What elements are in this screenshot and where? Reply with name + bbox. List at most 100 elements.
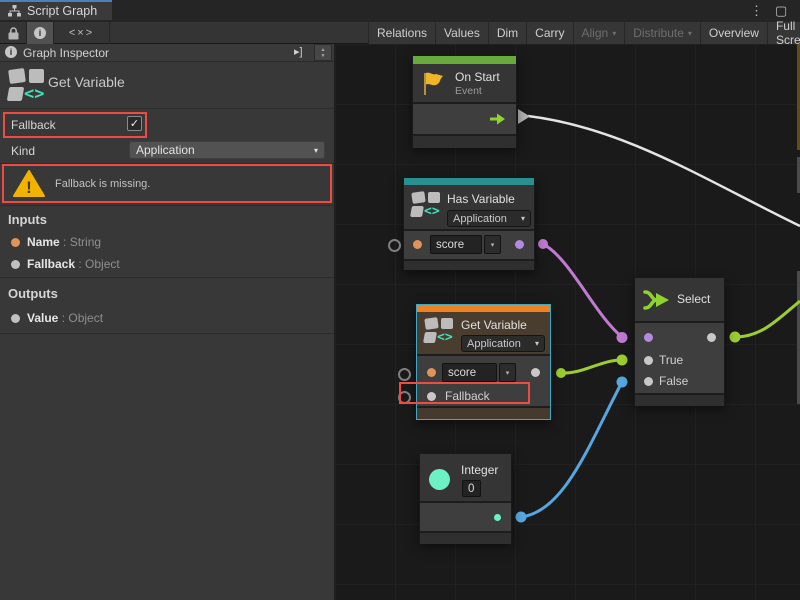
- node-footer: [420, 533, 511, 544]
- variable-scope-dropdown[interactable]: Application ▾: [461, 335, 545, 352]
- integer-type-icon: [429, 469, 450, 490]
- node-has-variable[interactable]: <> Has Variable Application ▾ score ▾: [403, 177, 535, 270]
- maximize-icon[interactable]: ▢: [775, 3, 787, 19]
- variable-scope-dropdown[interactable]: Application ▾: [447, 210, 531, 227]
- chevron-down-icon: ▾: [612, 29, 616, 38]
- kind-dropdown[interactable]: Application ▾: [129, 141, 325, 159]
- info-icon: i: [5, 46, 17, 58]
- node-title: Integer: [461, 463, 498, 477]
- node-title: Has Variable: [447, 192, 515, 206]
- chevron-down-icon: ▾: [506, 369, 510, 377]
- code-icon: <×>: [69, 27, 94, 39]
- fullscreen-button[interactable]: Full Screen: [768, 22, 800, 44]
- window-controls: ⋮ ▢ ✕: [750, 3, 800, 19]
- value-output-port[interactable]: [531, 368, 540, 377]
- wire-endpoint[interactable]: [516, 512, 527, 523]
- wire-endpoint[interactable]: [730, 332, 741, 343]
- node-footer: [404, 261, 534, 270]
- fallback-row-highlight: [399, 382, 530, 404]
- overview-button[interactable]: Overview: [701, 22, 768, 44]
- variable-picker-button[interactable]: ▾: [499, 363, 516, 382]
- panel-spinner[interactable]: ▲ ▼: [314, 44, 332, 61]
- inspector-header: i Graph Inspector ▸] ▲ ▼: [0, 44, 334, 62]
- chevron-down-icon: ▾: [535, 339, 539, 348]
- integer-output-port[interactable]: [494, 514, 501, 521]
- spin-down-icon: ▼: [321, 53, 326, 59]
- node-footer: [417, 408, 550, 419]
- node-title: Select: [677, 292, 710, 306]
- lock-button[interactable]: [0, 22, 27, 44]
- true-port-label: True: [659, 353, 683, 367]
- condition-input-port[interactable]: [644, 333, 653, 342]
- variable-name-field[interactable]: score: [442, 363, 497, 382]
- wire-endpoint[interactable]: [538, 239, 548, 249]
- lock-icon: [8, 27, 19, 40]
- node-on-start[interactable]: On Start Event: [412, 55, 517, 147]
- tab-script-graph[interactable]: Script Graph: [0, 0, 112, 20]
- exec-arrow-icon[interactable]: [489, 113, 506, 125]
- wire-endpoint[interactable]: [556, 368, 566, 378]
- graph-inspector-panel: i Graph Inspector ▸] ▲ ▼ <> Get Variable…: [0, 44, 335, 600]
- chevron-down-icon: ▾: [521, 214, 525, 223]
- chevron-down-icon: ▾: [491, 241, 495, 249]
- node-integer[interactable]: Integer 0: [419, 453, 512, 543]
- inspected-node-title: Get Variable: [48, 74, 125, 90]
- variable-name-field[interactable]: score: [430, 235, 482, 254]
- unconnected-port-ring[interactable]: [388, 239, 401, 252]
- selection-output-port[interactable]: [707, 333, 716, 342]
- node-footer: [413, 136, 516, 148]
- divider: [0, 333, 334, 334]
- divider: [0, 205, 334, 206]
- graph-canvas[interactable]: [335, 44, 800, 600]
- false-port-label: False: [659, 374, 688, 388]
- inspector-title: Graph Inspector: [23, 46, 109, 60]
- carry-button[interactable]: Carry: [527, 22, 573, 44]
- inputs-section-title: Inputs: [8, 212, 47, 227]
- input-port-dot: [11, 260, 20, 269]
- flag-icon: [422, 71, 446, 96]
- inspector-toggle-button[interactable]: i: [27, 22, 54, 44]
- name-input-port[interactable]: [413, 240, 422, 249]
- select-merge-icon: [643, 287, 671, 313]
- unconnected-port-ring[interactable]: [398, 368, 411, 381]
- wire-endpoint[interactable]: [617, 377, 628, 388]
- warning-highlight: [2, 164, 332, 203]
- align-button: Align▾: [574, 22, 626, 44]
- values-button[interactable]: Values: [436, 22, 489, 44]
- divider: [0, 108, 334, 109]
- dock-icon[interactable]: ▸]: [294, 45, 303, 58]
- output-port-dot: [11, 314, 20, 323]
- dim-button[interactable]: Dim: [489, 22, 527, 44]
- true-input-port[interactable]: [644, 356, 653, 365]
- divider: [0, 277, 334, 278]
- fallback-field-highlight: [3, 112, 147, 138]
- bool-output-port[interactable]: [515, 240, 524, 249]
- chevron-down-icon: ▾: [688, 29, 692, 38]
- toolbar: i <×> empty Zoom 1x Relations Values Dim…: [0, 22, 800, 44]
- variable-icon: <>: [411, 191, 443, 221]
- false-input-port[interactable]: [644, 377, 653, 386]
- wire-endpoint[interactable]: [617, 355, 628, 366]
- window-menu-icon[interactable]: ⋮: [750, 3, 763, 19]
- node-title: On Start: [455, 70, 500, 84]
- relations-button[interactable]: Relations: [369, 22, 436, 44]
- code-view-button[interactable]: <×>: [54, 22, 110, 44]
- variable-strip: [404, 178, 534, 185]
- script-graph-window: Script Graph ⋮ ▢ ✕ i <×>: [0, 0, 800, 600]
- input-row: Fallback : Object: [27, 257, 120, 271]
- node-select[interactable]: Select True False: [634, 277, 725, 405]
- variable-picker-button[interactable]: ▾: [484, 235, 501, 254]
- chevron-down-icon: ▾: [314, 146, 318, 155]
- input-port-dot: [11, 238, 20, 247]
- node-footer: [635, 395, 724, 406]
- variable-icon: <>: [424, 317, 456, 347]
- wire-endpoint[interactable]: [617, 332, 628, 343]
- input-row: Name : String: [27, 235, 101, 249]
- name-input-port[interactable]: [427, 368, 436, 377]
- node-subtitle: Event: [455, 85, 482, 97]
- event-strip: [413, 56, 516, 64]
- integer-value-field[interactable]: 0: [462, 480, 481, 497]
- node-title: Get Variable: [461, 318, 527, 332]
- title-bar: Script Graph ⋮ ▢ ✕: [0, 0, 800, 23]
- output-row: Value : Object: [27, 311, 103, 325]
